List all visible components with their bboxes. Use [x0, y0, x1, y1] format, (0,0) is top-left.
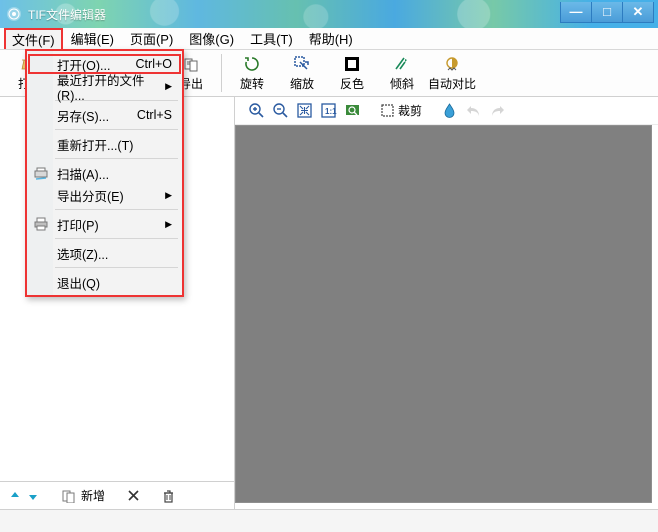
toolbar-separator [221, 54, 222, 92]
file-menu-reopen[interactable]: 重新打开...(T) [27, 133, 182, 155]
menu-file[interactable]: 文件(F) [4, 28, 63, 49]
printer-icon [33, 216, 49, 232]
left-pane-toolbar: 新增 [0, 481, 234, 509]
move-down-button[interactable] [26, 489, 40, 503]
canvas[interactable] [235, 125, 652, 503]
export-icon [182, 55, 200, 73]
file-menu-save-as[interactable]: 另存(S)... Ctrl+S [27, 104, 182, 126]
menu-help[interactable]: 帮助(H) [301, 28, 361, 49]
window-title: TIF文件编辑器 [28, 6, 106, 23]
contrast-icon [443, 55, 461, 73]
menu-separator [55, 209, 178, 210]
skew-icon [393, 55, 411, 73]
file-menu-options[interactable]: 选项(Z)... [27, 242, 182, 264]
app-window: TIF文件编辑器 — □ ✕ 文件(F) 编辑(E) 页面(P) 图像(G) 工… [0, 0, 658, 532]
crop-button[interactable]: 裁剪 [377, 100, 424, 122]
invert-icon [343, 55, 361, 73]
tb-skew[interactable]: 倾斜 [378, 52, 426, 94]
zoom-icon [293, 55, 311, 73]
file-menu-export-pages[interactable]: 导出分页(E) ▶ [27, 184, 182, 206]
actual-size-button[interactable]: 1:1 [317, 100, 339, 122]
tb-rotate[interactable]: 旋转 [228, 52, 276, 94]
tb-auto-contrast[interactable]: 自动对比 [428, 52, 476, 94]
redo-button[interactable] [486, 100, 508, 122]
rotate-icon [243, 55, 261, 73]
undo-button[interactable] [462, 100, 484, 122]
tb-zoom[interactable]: 缩放 [278, 52, 326, 94]
right-pane: 1:1 裁剪 [235, 97, 658, 509]
menu-page[interactable]: 页面(P) [122, 28, 181, 49]
status-bar [0, 509, 658, 532]
menu-tools[interactable]: 工具(T) [242, 28, 301, 49]
move-up-button[interactable] [8, 489, 22, 503]
file-menu-exit[interactable]: 退出(Q) [27, 271, 182, 293]
svg-text:1:1: 1:1 [325, 107, 337, 116]
crop-icon [379, 102, 396, 119]
zoom-region-button[interactable] [341, 100, 363, 122]
file-menu-scan[interactable]: 扫描(A)... [27, 162, 182, 184]
menu-image[interactable]: 图像(G) [181, 28, 242, 49]
menu-separator [55, 129, 178, 130]
app-icon [6, 6, 22, 22]
titlebar: TIF文件编辑器 — □ ✕ [0, 0, 658, 28]
tb-invert[interactable]: 反色 [328, 52, 376, 94]
new-page-button[interactable]: 新增 [62, 487, 105, 504]
minimize-button[interactable]: — [560, 2, 592, 23]
scanner-icon [33, 165, 49, 181]
menu-separator [55, 267, 178, 268]
menu-separator [55, 238, 178, 239]
file-menu-recent[interactable]: 最近打开的文件(R)... ▶ [27, 75, 182, 97]
chevron-right-icon: ▶ [165, 81, 172, 92]
file-menu-print[interactable]: 打印(P) ▶ [27, 213, 182, 235]
menubar: 文件(F) 编辑(E) 页面(P) 图像(G) 工具(T) 帮助(H) [0, 28, 658, 50]
new-page-icon [62, 489, 78, 503]
droplet-button[interactable] [438, 100, 460, 122]
maximize-button[interactable]: □ [592, 2, 623, 23]
zoom-in-button[interactable] [245, 100, 267, 122]
fit-button[interactable] [293, 100, 315, 122]
chevron-right-icon: ▶ [165, 219, 172, 230]
zoom-out-button[interactable] [269, 100, 291, 122]
window-controls: — □ ✕ [560, 6, 658, 23]
menu-separator [55, 158, 178, 159]
delete-page-button[interactable] [127, 489, 140, 502]
file-menu-dropdown: 打开(O)... Ctrl+O 最近打开的文件(R)... ▶ 另存(S)...… [25, 49, 184, 297]
trash-button[interactable] [162, 489, 175, 503]
menu-edit[interactable]: 编辑(E) [63, 28, 122, 49]
view-toolbar: 1:1 裁剪 [235, 97, 658, 125]
chevron-right-icon: ▶ [165, 190, 172, 201]
close-button[interactable]: ✕ [623, 2, 654, 23]
